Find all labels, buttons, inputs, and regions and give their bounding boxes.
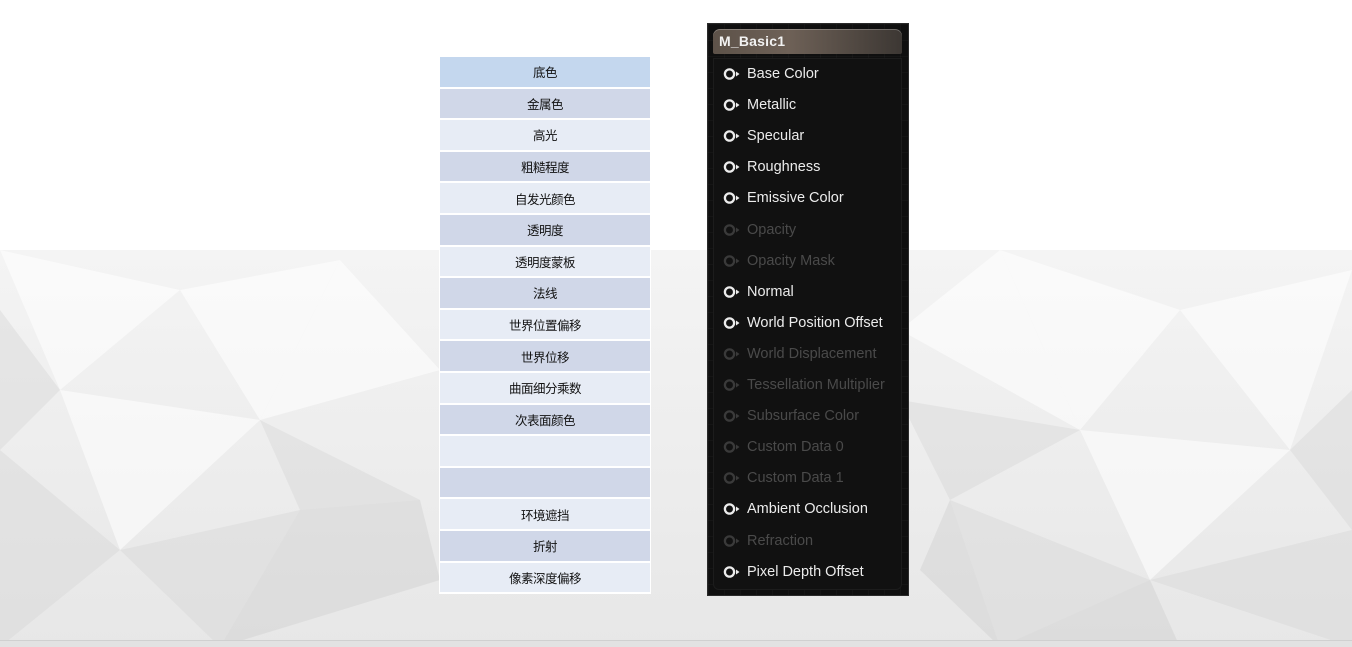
pin-circle-arrow-icon[interactable] <box>723 471 743 485</box>
input-pin-label: Roughness <box>747 159 821 176</box>
table-row-label: 高光 <box>532 128 558 144</box>
table-row-label: 折射 <box>532 539 558 555</box>
table-row: 高光 <box>440 120 650 150</box>
pin-circle-arrow-icon[interactable] <box>723 378 743 392</box>
input-pin-label: World Displacement <box>747 345 877 362</box>
input-pin[interactable]: Pixel Depth Offset <box>723 562 864 582</box>
table-row-label: 金属色 <box>526 96 564 112</box>
table-row-label: 透明度 <box>526 223 564 239</box>
input-pin[interactable]: World Displacement <box>723 344 876 364</box>
input-pin[interactable]: Specular <box>723 126 804 146</box>
input-pin-label: Ambient Occlusion <box>747 501 868 518</box>
input-pin[interactable]: Metallic <box>723 95 796 115</box>
table-row: 像素深度偏移 <box>440 562 650 593</box>
table-row-label: 曲面细分乘数 <box>508 381 582 397</box>
pin-circle-arrow-icon[interactable] <box>723 534 743 548</box>
input-pin[interactable]: Base Color <box>723 64 819 84</box>
table-row: 金属色 <box>440 88 650 119</box>
lowpoly-pattern <box>0 250 1352 647</box>
input-pin[interactable]: Custom Data 1 <box>723 468 844 488</box>
pin-circle-arrow-icon[interactable] <box>723 191 743 205</box>
node-title: M_Basic1 <box>719 33 786 49</box>
lowpoly-background <box>0 250 1352 647</box>
input-pin-label: Tessellation Multiplier <box>747 377 885 393</box>
input-pin-label: Custom Data 0 <box>747 439 844 456</box>
table-row-label: 自发光颜色 <box>514 191 576 207</box>
input-pin-label: Normal <box>747 283 794 300</box>
pin-circle-arrow-icon[interactable] <box>723 129 743 143</box>
table-row: 底色 <box>440 57 650 87</box>
input-pin[interactable]: Ambient Occlusion <box>723 499 868 519</box>
input-pin[interactable]: Opacity <box>723 220 796 240</box>
pin-circle-arrow-icon[interactable] <box>723 565 743 579</box>
input-pin-label: Base Color <box>747 66 819 82</box>
input-pin-label: Specular <box>747 128 805 145</box>
pin-circle-arrow-icon[interactable] <box>723 67 743 81</box>
input-pin-label: Emissive Color <box>747 190 844 207</box>
pin-circle-arrow-icon[interactable] <box>723 223 743 237</box>
input-pin-label: World Position Offset <box>747 314 883 331</box>
bottom-divider <box>0 640 1352 647</box>
input-pin-label: Subsurface Color <box>747 408 860 425</box>
table-row: 曲面细分乘数 <box>440 372 650 403</box>
table-row <box>440 436 650 466</box>
table-row: 世界位置偏移 <box>440 309 650 340</box>
input-pin-label: Refraction <box>747 532 814 549</box>
node-header[interactable]: M_Basic1 <box>713 29 902 54</box>
table-row: 粗糙程度 <box>440 151 650 182</box>
table-row: 法线 <box>440 278 650 308</box>
table-row: 次表面颜色 <box>440 404 650 435</box>
table-row: 折射 <box>440 530 650 561</box>
input-pin-label: Pixel Depth Offset <box>747 563 864 580</box>
input-pin[interactable]: Normal <box>723 282 794 302</box>
table-row: 透明度蒙板 <box>440 246 650 277</box>
pin-circle-arrow-icon[interactable] <box>723 409 743 423</box>
input-pin[interactable]: Emissive Color <box>723 188 844 208</box>
input-pin[interactable]: Subsurface Color <box>723 406 859 426</box>
input-pin[interactable]: Opacity Mask <box>723 251 835 271</box>
table-row-label: 透明度蒙板 <box>514 254 576 270</box>
input-pin-label: Opacity Mask <box>747 252 835 269</box>
table-row: 世界位移 <box>440 341 650 371</box>
pin-circle-arrow-icon[interactable] <box>723 440 743 454</box>
chinese-translation-table: 底色金属色高光粗糙程度自发光颜色透明度透明度蒙板法线世界位置偏移 世界位移曲面细分… <box>439 57 651 595</box>
input-pin[interactable]: Roughness <box>723 157 820 177</box>
table-row-label: 次表面颜色 <box>514 412 576 428</box>
pin-circle-arrow-icon[interactable] <box>723 160 743 174</box>
table-row-label: 世界位置偏移 <box>508 318 582 334</box>
material-result-node[interactable]: M_Basic1 Base Color Metallic Specular Rough… <box>707 23 909 596</box>
table-row-label: 环境遮挡 <box>520 507 570 523</box>
table-row-label: 底色 <box>532 65 558 81</box>
input-pin[interactable]: World Position Offset <box>723 313 883 333</box>
table-row-label: 粗糙程度 <box>520 160 570 176</box>
input-pin[interactable]: Tessellation Multiplier <box>723 375 885 395</box>
input-pin-label: Opacity <box>747 221 797 238</box>
pin-circle-arrow-icon[interactable] <box>723 316 743 330</box>
table-row: 自发光颜色 <box>440 183 650 213</box>
table-row-label: 世界位移 <box>520 349 570 365</box>
table-row: 环境遮挡 <box>440 499 650 529</box>
input-pin-label: Metallic <box>747 97 797 114</box>
pin-circle-arrow-icon[interactable] <box>723 285 743 299</box>
table-row-label: 法线 <box>532 286 558 302</box>
node-pin-list: Base Color Metallic Specular Roughness Emiss… <box>713 58 902 590</box>
table-row-label: 像素深度偏移 <box>508 570 582 586</box>
table-row: 透明度 <box>440 214 650 245</box>
pin-circle-arrow-icon[interactable] <box>723 347 743 361</box>
input-pin-label: Custom Data 1 <box>747 470 844 487</box>
pin-circle-arrow-icon[interactable] <box>723 254 743 268</box>
pin-circle-arrow-icon[interactable] <box>723 502 743 516</box>
pin-circle-arrow-icon[interactable] <box>723 98 743 112</box>
table-row <box>440 467 650 498</box>
input-pin[interactable]: Refraction <box>723 531 813 551</box>
input-pin[interactable]: Custom Data 0 <box>723 437 844 457</box>
